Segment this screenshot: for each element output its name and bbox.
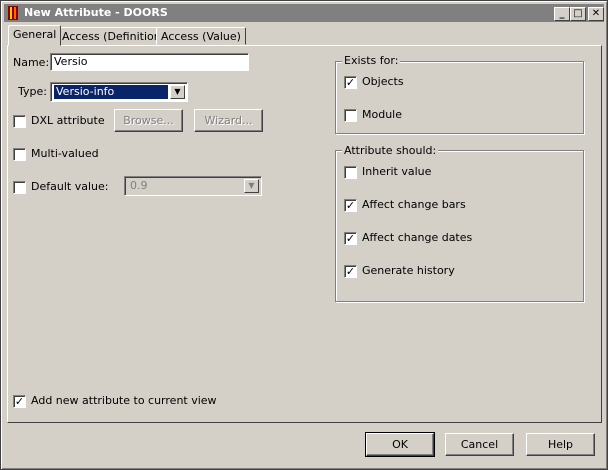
minimize-button[interactable]: _: [554, 7, 570, 21]
affect-change-dates-label: Affect change dates: [362, 231, 473, 244]
type-select[interactable]: Versio-info ▼: [50, 82, 188, 102]
chevron-down-icon[interactable]: ▼: [170, 85, 185, 99]
name-input[interactable]: Versio: [50, 53, 249, 71]
affect-change-dates-checkbox[interactable]: ✓: [344, 232, 357, 245]
help-button[interactable]: Help: [526, 433, 595, 456]
type-label: Type:: [18, 85, 47, 98]
doors-app-icon: [8, 6, 18, 20]
module-checkbox[interactable]: [344, 109, 357, 122]
ok-button[interactable]: OK: [365, 432, 435, 457]
affect-change-bars-checkbox[interactable]: ✓: [344, 199, 357, 212]
add-to-view-checkbox[interactable]: ✓: [13, 395, 26, 408]
dxl-attribute-label: DXL attribute: [31, 114, 105, 127]
module-label: Module: [362, 108, 402, 121]
default-value-label: Default value:: [31, 180, 109, 193]
multi-valued-label: Multi-valued: [31, 147, 99, 160]
generate-history-label: Generate history: [362, 264, 455, 277]
tab-access-value[interactable]: Access (Value): [156, 27, 246, 45]
title-bar[interactable]: New Attribute - DOORS _ □ ✕: [4, 4, 604, 22]
cancel-button[interactable]: Cancel: [445, 433, 514, 456]
exists-for-title: Exists for:: [342, 54, 401, 67]
affect-change-bars-label: Affect change bars: [362, 198, 466, 211]
close-button[interactable]: ✕: [588, 7, 604, 21]
inherit-value-checkbox[interactable]: [344, 166, 357, 179]
generate-history-checkbox[interactable]: ✓: [344, 265, 357, 278]
tab-access-definition[interactable]: Access (Definition): [57, 27, 171, 45]
exists-for-group: [335, 61, 584, 134]
add-to-view-label: Add new attribute to current view: [31, 394, 217, 407]
objects-label: Objects: [362, 75, 404, 88]
dialog-window: New Attribute - DOORS _ □ ✕ General Acce…: [0, 0, 608, 470]
name-label: Name:: [13, 56, 50, 69]
wizard-button[interactable]: Wizard...: [194, 109, 263, 132]
chevron-down-icon[interactable]: ▼: [244, 179, 259, 193]
maximize-button[interactable]: □: [570, 7, 586, 21]
attribute-should-title: Attribute should:: [342, 144, 439, 157]
dxl-attribute-checkbox[interactable]: [13, 115, 26, 128]
window-title: New Attribute - DOORS: [24, 6, 168, 19]
default-value-select[interactable]: 0.9 ▼: [124, 176, 262, 196]
tab-general[interactable]: General: [8, 25, 62, 46]
inherit-value-label: Inherit value: [362, 165, 432, 178]
objects-checkbox[interactable]: ✓: [344, 76, 357, 89]
type-select-value: Versio-info: [54, 85, 168, 99]
default-value-checkbox[interactable]: [13, 181, 26, 194]
browse-button[interactable]: Browse...: [114, 109, 183, 132]
multi-valued-checkbox[interactable]: [13, 148, 26, 161]
default-value-text: 0.9: [130, 179, 148, 192]
